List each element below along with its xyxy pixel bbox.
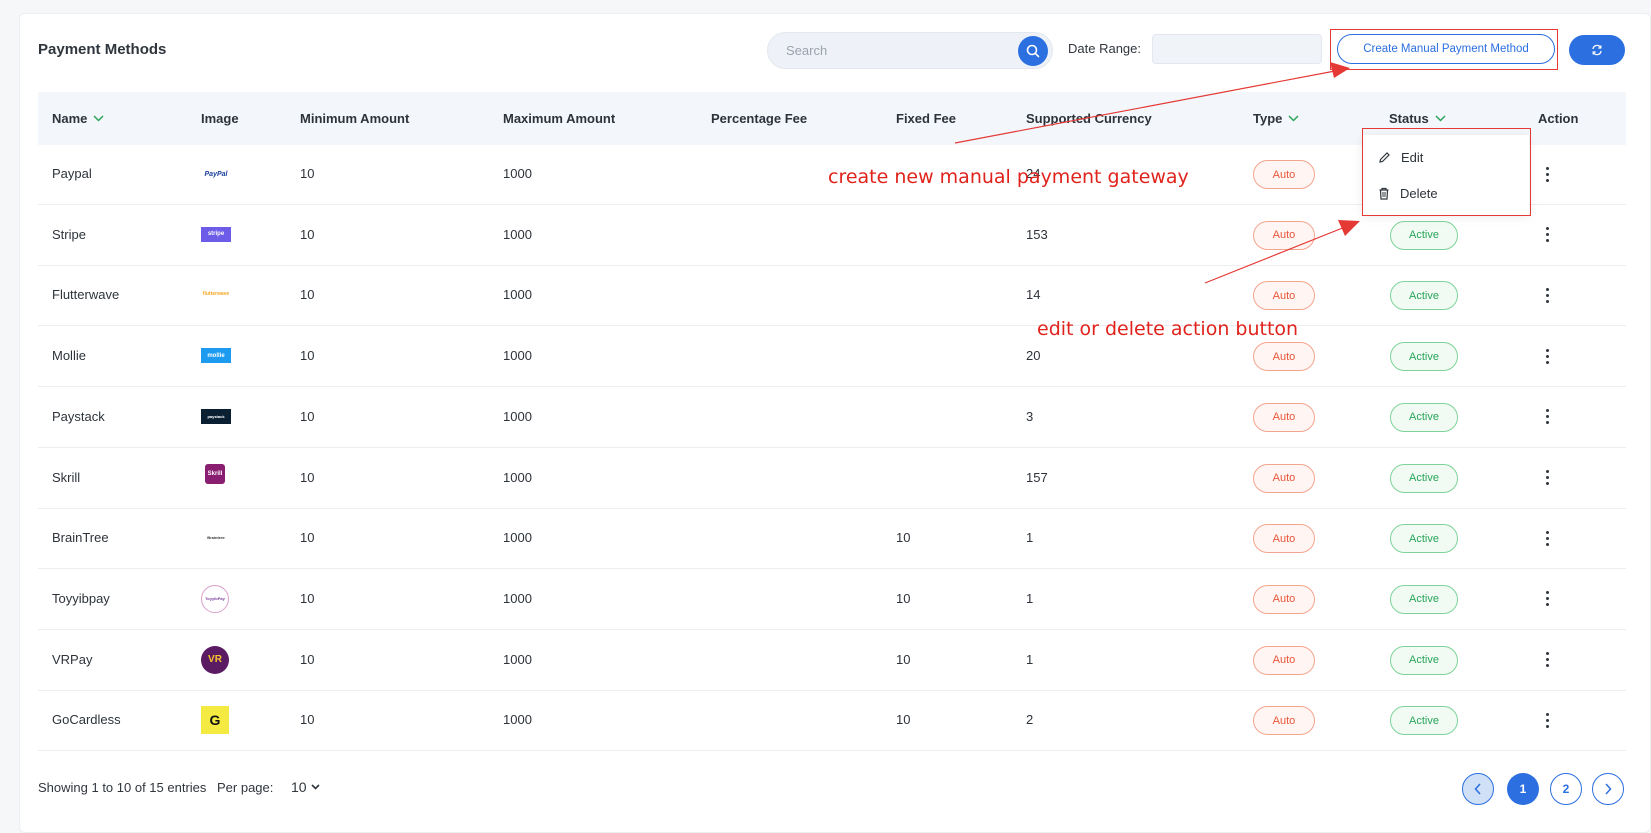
next-page-button[interactable] [1592,773,1624,805]
annotation-create-note: create new manual payment gateway [828,166,1189,188]
chevron-right-icon [1605,783,1612,795]
prev-page-button[interactable] [1462,773,1494,805]
chevron-left-icon [1474,783,1481,795]
annotation-action-note: edit or delete action button [1037,318,1299,340]
page-2-button[interactable]: 2 [1550,773,1582,805]
page-1-button[interactable]: 1 [1507,773,1539,805]
per-page-label: Per page: [217,780,274,795]
per-page-select[interactable]: 10 [291,779,320,795]
annotation-arrows [954,62,1360,284]
chevron-down-icon [311,784,320,790]
entries-summary: Showing 1 to 10 of 15 entries [38,780,207,795]
